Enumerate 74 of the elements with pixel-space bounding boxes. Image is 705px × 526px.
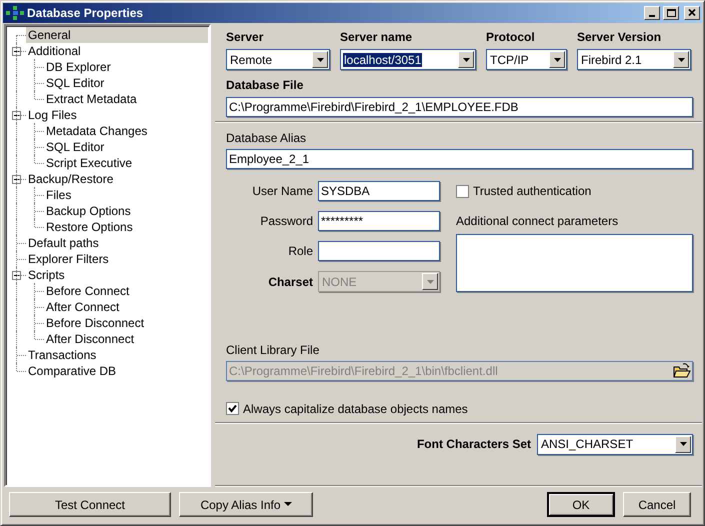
alias-field[interactable]: Employee_2_1 — [226, 149, 693, 169]
caret-icon — [554, 58, 560, 62]
field-label: Password — [259, 214, 313, 228]
collapse-icon[interactable] — [12, 174, 21, 184]
checkbox-label: Trusted authentication — [473, 184, 592, 198]
checkbox-label: Always capitalize database objects names — [243, 402, 468, 416]
field-label: Server — [226, 30, 264, 44]
tree-item[interactable]: Before Connect — [44, 283, 208, 299]
ok-button[interactable]: OK — [547, 492, 615, 517]
dropdown[interactable]: TCP/IP — [486, 49, 567, 70]
app-icon — [6, 6, 24, 20]
tree-item[interactable]: Files — [44, 187, 208, 203]
input-field[interactable]: SYSDBA — [318, 181, 440, 201]
cancel-button[interactable]: Cancel — [623, 492, 691, 517]
tree-item[interactable]: Metadata Changes — [44, 123, 208, 139]
field-label: User Name — [251, 184, 313, 198]
collapse-icon[interactable] — [12, 270, 21, 280]
tree-item[interactable]: SQL Editor — [44, 139, 208, 155]
tree-item[interactable]: After Disconnect — [44, 331, 208, 347]
field-label: Database Alias — [226, 131, 308, 145]
tree-item[interactable]: Scripts — [26, 267, 208, 283]
checkbox[interactable] — [456, 184, 469, 198]
tree-item[interactable]: Backup Options — [44, 203, 208, 219]
dropdown[interactable]: Firebird 2.1 — [577, 49, 691, 70]
field-label: Charset — [267, 274, 313, 288]
tree-item[interactable]: General — [26, 27, 208, 43]
input-field[interactable] — [318, 241, 440, 261]
tree-item[interactable]: Script Executive — [44, 155, 208, 171]
tree-item[interactable]: Before Disconnect — [44, 315, 208, 331]
maximize-button[interactable] — [663, 6, 679, 20]
input-field[interactable]: ********* — [318, 211, 440, 231]
tree-item[interactable]: Comparative DB — [26, 363, 208, 379]
tree-item[interactable]: Extract Metadata — [44, 91, 208, 107]
tree-item[interactable]: Explorer Filters — [26, 251, 208, 267]
tree-item[interactable]: Default paths — [26, 235, 208, 251]
dropdown[interactable]: localhost/3051 — [340, 49, 476, 70]
checkmark-icon — [228, 404, 237, 414]
field-label: Database File — [226, 78, 304, 92]
field-label: Role — [287, 244, 313, 258]
caret-icon — [284, 502, 292, 507]
dropdown[interactable]: ANSI_CHARSET — [537, 434, 693, 455]
checkbox[interactable] — [226, 402, 239, 416]
caret-icon — [680, 442, 686, 446]
tree-item[interactable]: DB Explorer — [44, 59, 208, 75]
tree-item[interactable]: Backup/Restore — [26, 171, 208, 187]
collapse-icon[interactable] — [12, 46, 21, 56]
file-path-field[interactable]: C:\Programme\Firebird\Firebird_2_1\EMPLOYEE.FDB — [226, 97, 693, 117]
caret-icon — [678, 58, 684, 62]
window-title: Database Properties — [27, 6, 144, 20]
minimize-icon — [649, 14, 655, 16]
field-label: Protocol — [486, 30, 536, 44]
close-button[interactable] — [684, 6, 700, 20]
minimize-button[interactable] — [644, 6, 660, 20]
copy-alias-button[interactable]: Copy Alias Info — [179, 492, 313, 517]
text-area[interactable] — [456, 234, 693, 292]
field-label: Server name — [340, 30, 414, 44]
tree-item[interactable]: Additional — [26, 43, 208, 59]
tree-item[interactable]: Restore Options — [44, 219, 208, 235]
tree-item[interactable]: Transactions — [26, 347, 208, 363]
tree-item[interactable]: Log Files — [26, 107, 208, 123]
caret-icon — [426, 280, 434, 284]
field-label: Font Characters Set — [416, 437, 531, 452]
caret-icon — [316, 58, 324, 62]
maximize-icon — [666, 8, 676, 18]
tree-item[interactable]: SQL Editor — [44, 75, 208, 91]
dropdown[interactable]: Remote — [226, 49, 330, 70]
field-label: Additional connect parameters — [456, 214, 620, 228]
tree-item[interactable]: After Connect — [44, 299, 208, 315]
collapse-icon[interactable] — [12, 110, 21, 120]
field-label: Server Version — [577, 30, 662, 44]
test-connect-button[interactable]: Test Connect — [9, 492, 171, 517]
close-icon — [687, 8, 697, 18]
field-label: Client Library File — [226, 342, 320, 357]
caret-icon — [462, 58, 470, 62]
